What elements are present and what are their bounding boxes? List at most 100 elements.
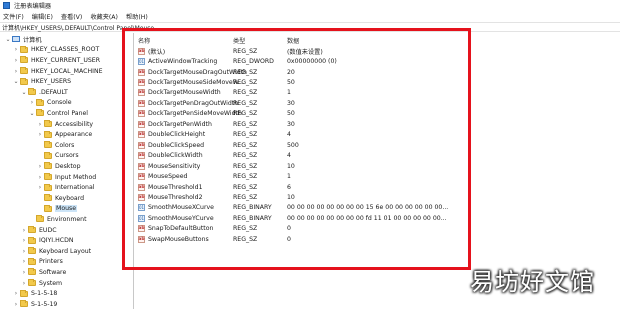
value-name: DockTargetPenWidth xyxy=(148,120,212,128)
tree-item[interactable]: › HKEY_LOCAL_MACHINE xyxy=(12,66,102,77)
value-row[interactable]: 01 SmoothMouseYCurve REG_BINARY 00 00 00 00… xyxy=(135,213,620,223)
tree-item[interactable]: ⌄ HKEY_USERS xyxy=(12,76,71,87)
chevron-right-icon[interactable]: › xyxy=(12,46,20,53)
value-row[interactable]: ab MouseThreshold1 REG_SZ 6 xyxy=(135,182,620,192)
tree-item[interactable]: › System xyxy=(20,278,62,289)
tree-item[interactable]: Mouse xyxy=(36,204,78,215)
value-type: REG_SZ xyxy=(233,89,258,97)
value-row[interactable]: ab SwapMouseButtons REG_SZ 0 xyxy=(135,234,620,244)
tree-item[interactable]: › Keyboard Layout xyxy=(20,246,91,257)
value-row[interactable]: ab MouseSpeed REG_SZ 1 xyxy=(135,171,620,181)
tree-item[interactable]: Keyboard xyxy=(36,193,84,204)
value-row[interactable]: ab DockTargetPenSideMoveWidth REG_SZ 50 xyxy=(135,109,620,119)
column-name-header[interactable]: 名称 xyxy=(138,36,150,45)
value-row[interactable]: ab MouseSensitivity REG_SZ 10 xyxy=(135,161,620,171)
value-data: 0 xyxy=(287,225,291,233)
value-row[interactable]: ab DockTargetMouseSideMoveW... REG_SZ 50 xyxy=(135,77,620,87)
menu-help[interactable]: 帮助(H) xyxy=(126,12,148,21)
tree-item[interactable]: › HKEY_CLASSES_ROOT xyxy=(12,45,99,56)
column-type-header[interactable]: 类型 xyxy=(233,36,245,45)
value-row[interactable]: ab (默认) REG_SZ (数值未设置) xyxy=(135,46,620,56)
string-value-icon: ab xyxy=(138,183,145,191)
chevron-right-icon[interactable]: › xyxy=(12,68,20,75)
value-row[interactable]: ab DockTargetPenDragOutWidth REG_SZ 30 xyxy=(135,98,620,108)
tree-item[interactable]: › HKEY_CURRENT_USER xyxy=(12,55,100,66)
value-row[interactable]: 01 ActiveWindowTracking REG_DWORD 0x0000000… xyxy=(135,56,620,66)
value-data: 00 00 00 00 00 00 00 00 fd 11 01 00 00 0… xyxy=(287,214,447,222)
tree-item[interactable]: ⌄ .DEFAULT xyxy=(20,87,68,98)
chevron-right-icon[interactable]: › xyxy=(36,184,44,191)
tree-item[interactable]: › EUDC xyxy=(20,225,57,236)
chevron-down-icon[interactable]: ⌄ xyxy=(20,89,28,96)
string-value-icon: ab xyxy=(138,110,145,118)
value-row[interactable]: ab SnapToDefaultButton REG_SZ 0 xyxy=(135,224,620,234)
value-row[interactable]: ab DockTargetPenWidth REG_SZ 30 xyxy=(135,119,620,129)
value-data: 6 xyxy=(287,183,291,191)
tree-item[interactable]: › Input Method xyxy=(36,172,96,183)
tree-item-label: IQIYI.HCDN xyxy=(39,237,74,245)
chevron-down-icon[interactable]: ⌄ xyxy=(28,110,36,117)
value-name-cell: ab DockTargetPenSideMoveWidth xyxy=(138,110,242,118)
chevron-right-icon[interactable]: › xyxy=(12,290,20,297)
menu-file[interactable]: 文件(F) xyxy=(3,12,24,21)
value-row[interactable]: ab DockTargetMouseWidth REG_SZ 1 xyxy=(135,88,620,98)
value-name: DoubleClickWidth xyxy=(148,152,203,160)
chevron-down-icon[interactable]: ⌄ xyxy=(4,36,12,43)
chevron-right-icon[interactable]: › xyxy=(20,258,28,265)
tree-item-label: Environment xyxy=(47,215,87,223)
tree-item-label: Control Panel xyxy=(47,109,89,117)
menu-favorites[interactable]: 收藏夹(A) xyxy=(90,12,118,21)
value-name: SmoothMouseYCurve xyxy=(148,214,214,222)
value-row[interactable]: ab DoubleClickHeight REG_SZ 4 xyxy=(135,130,620,140)
value-name-cell: ab MouseSpeed xyxy=(138,173,187,181)
tree-item[interactable]: › Appearance xyxy=(36,129,92,140)
chevron-right-icon[interactable]: › xyxy=(36,163,44,170)
chevron-right-icon[interactable]: › xyxy=(20,269,28,276)
tree-item[interactable]: ⌄ 计算机 xyxy=(4,34,41,45)
chevron-right-icon[interactable]: › xyxy=(20,237,28,244)
tree-item[interactable]: › S-1-5-18 xyxy=(12,288,57,299)
chevron-right-icon[interactable]: › xyxy=(12,301,20,308)
tree-item[interactable]: › S-1-5-19 xyxy=(12,299,57,309)
chevron-right-icon[interactable]: › xyxy=(20,248,28,255)
value-type: REG_SZ xyxy=(233,110,258,118)
computer-icon xyxy=(12,36,20,43)
tree-item[interactable]: › Desktop xyxy=(36,161,81,172)
tree-item[interactable]: Cursors xyxy=(36,151,79,162)
chevron-right-icon[interactable]: › xyxy=(36,174,44,181)
value-type: REG_SZ xyxy=(233,193,258,201)
tree-item[interactable]: › Software xyxy=(20,267,66,278)
value-row[interactable]: ab MouseThreshold2 REG_SZ 10 xyxy=(135,192,620,202)
value-row[interactable]: ab DockTargetMouseDragOutWidth REG_SZ 20 xyxy=(135,67,620,77)
value-row[interactable]: ab DoubleClickSpeed REG_SZ 500 xyxy=(135,140,620,150)
tree-item[interactable]: Environment xyxy=(28,214,87,225)
value-row[interactable]: ab DoubleClickWidth REG_SZ 4 xyxy=(135,151,620,161)
tree-item-label: HKEY_CLASSES_ROOT xyxy=(31,46,100,54)
chevron-right-icon[interactable]: › xyxy=(12,57,20,64)
chevron-right-icon[interactable]: › xyxy=(36,121,44,128)
tree-item[interactable]: › International xyxy=(36,182,95,193)
value-data: 50 xyxy=(287,110,295,118)
menu-view[interactable]: 查看(V) xyxy=(61,12,82,21)
chevron-down-icon[interactable]: ⌄ xyxy=(12,78,20,85)
chevron-right-icon[interactable]: › xyxy=(20,280,28,287)
column-data-header[interactable]: 数据 xyxy=(287,36,299,45)
chevron-right-icon[interactable]: › xyxy=(28,99,36,106)
value-type: REG_BINARY xyxy=(233,204,272,212)
value-name: SwapMouseButtons xyxy=(148,235,209,243)
tree-item[interactable]: › Console xyxy=(28,98,72,109)
tree-item[interactable]: Colors xyxy=(36,140,74,151)
tree-item[interactable]: › Printers xyxy=(20,257,63,268)
tree-item[interactable]: › Accessibility xyxy=(36,119,93,130)
chevron-right-icon[interactable]: › xyxy=(36,131,44,138)
key-tree[interactable]: ⌄ 计算机 › HKEY_CLASSES_ROOT › HKEY_CURRENT_USER… xyxy=(0,33,134,309)
chevron-right-icon[interactable]: › xyxy=(20,227,28,234)
tree-item[interactable]: › IQIYI.HCDN xyxy=(20,235,73,246)
menu-edit[interactable]: 编辑(E) xyxy=(32,12,53,21)
address-bar[interactable]: 计算机\HKEY_USERS\.DEFAULT\Control Panel\Mo… xyxy=(0,22,620,32)
folder-icon xyxy=(44,162,52,170)
value-data: 50 xyxy=(287,79,295,87)
value-name: MouseSensitivity xyxy=(148,162,201,170)
tree-item[interactable]: ⌄ Control Panel xyxy=(28,108,88,119)
value-row[interactable]: 01 SmoothMouseXCurve REG_BINARY 00 00 00 00… xyxy=(135,203,620,213)
